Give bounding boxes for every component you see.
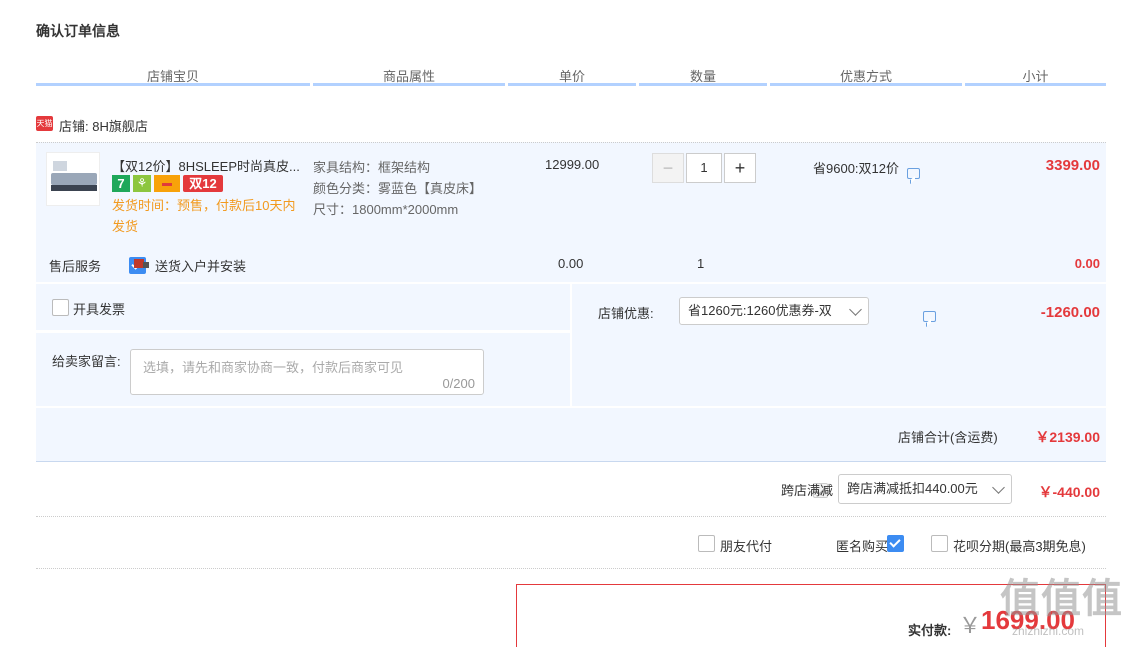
shop-total-value: ￥2139.00 [1035,429,1100,445]
shop-coupon-amount: -1260.00 [1040,304,1100,321]
final-currency: ￥ [959,613,982,638]
promo-tags: 7 ⚘ ▬ 双12 [112,175,223,192]
service-name: 送货入户并安装 [155,259,247,274]
friend-pay-checkbox[interactable] [698,535,715,552]
column-header-shop-item: 店铺宝贝 [36,66,310,86]
order-confirm-page: 确认订单信息 店铺宝贝 商品属性 单价 数量 优惠方式 小计 天猫 店铺: 8H… [0,0,1145,647]
tmall-badge-icon: 天猫 [36,116,53,131]
discount-info-icon[interactable] [907,168,920,179]
service-subtotal: 0.00 [1074,256,1100,271]
ship-time-note: 发货时间：预售，付款后10天内发货 [112,198,296,234]
divider [36,568,1106,569]
shop-name[interactable]: 店铺: 8H旗舰店 [59,116,148,135]
attr-structure: 家具结构：框架结构 [313,160,431,175]
cross-store-amount: ￥-440.00 [1038,484,1100,500]
service-label: 售后服务 [49,259,102,274]
final-label: 实付款: [908,623,952,638]
quantity-input[interactable]: 1 [686,153,722,183]
chevron-down-icon [992,481,1005,494]
anonymous-checkbox[interactable] [886,535,904,552]
double12-tag: 双12 [183,175,223,192]
huabei-label: 花呗分期(最高3期免息) [953,539,1086,554]
chevron-down-icon [849,303,862,316]
anonymous-label: 匿名购买 [836,539,889,554]
item-subtotal: 3399.00 [1045,157,1100,174]
column-header-discount: 优惠方式 [770,66,962,86]
invoice-checkbox[interactable] [52,299,69,316]
message-textarea[interactable]: 选填，请先和商家协商一致，付款后商家可见 0/200 [130,349,484,395]
quantity-decrease-button[interactable]: − [652,153,684,183]
column-header-unit-price: 单价 [508,66,636,86]
column-header-quantity: 数量 [639,66,767,86]
shop-total-label: 店铺合计(含运费) [898,430,998,445]
page-title: 确认订单信息 [36,23,120,39]
quantity-increase-button[interactable]: + [724,153,756,183]
friend-pay-label: 朋友代付 [720,539,773,554]
delivery-truck-icon [134,257,150,271]
message-label: 给卖家留言: [52,354,121,369]
message-counter: 0/200 [442,376,475,391]
product-thumbnail[interactable] [46,152,100,206]
service-qty: 1 [697,256,705,271]
shop-coupon-select[interactable]: 省1260元:1260优惠券-双 [679,297,869,325]
divider [36,516,1106,517]
invoice-label: 开具发票 [73,302,126,317]
cross-store-select[interactable]: 跨店满减抵扣440.00元 [838,474,1012,504]
cross-store-label: 跨店满减 [781,483,834,498]
service-price: 0.00 [558,256,584,271]
coupon-info-icon[interactable] [923,311,937,322]
column-header-subtotal: 小计 [965,66,1106,86]
watermark-logo: 值值值 [1000,577,1123,621]
shop-coupon-label: 店铺优惠: [598,306,654,321]
unit-price: 12999.00 [545,157,600,172]
cross-store-value: 跨店满减抵扣440.00元 [847,481,978,496]
huabei-checkbox[interactable] [931,535,948,552]
watermark-site: zhizhizhi.com [1012,624,1085,638]
product-name-link[interactable]: 【双12价】8HSLEEP时尚真皮... [112,156,302,175]
column-header-attributes: 商品属性 [313,66,505,86]
message-placeholder: 选填，请先和商家协商一致，付款后商家可见 [143,360,404,375]
attr-color: 颜色分类：雾蓝色【真皮床】 [313,181,483,196]
item-discount: 省9600:双12价 [813,161,899,176]
shop-coupon-value: 省1260元:1260优惠券-双 [688,303,832,318]
seven-day-return-icon: 7 [112,175,130,192]
card-tag-icon: ▬ [154,175,180,192]
attr-size: 尺寸：1800mm*2000mm [313,202,459,217]
flower-tag-icon: ⚘ [133,175,151,192]
